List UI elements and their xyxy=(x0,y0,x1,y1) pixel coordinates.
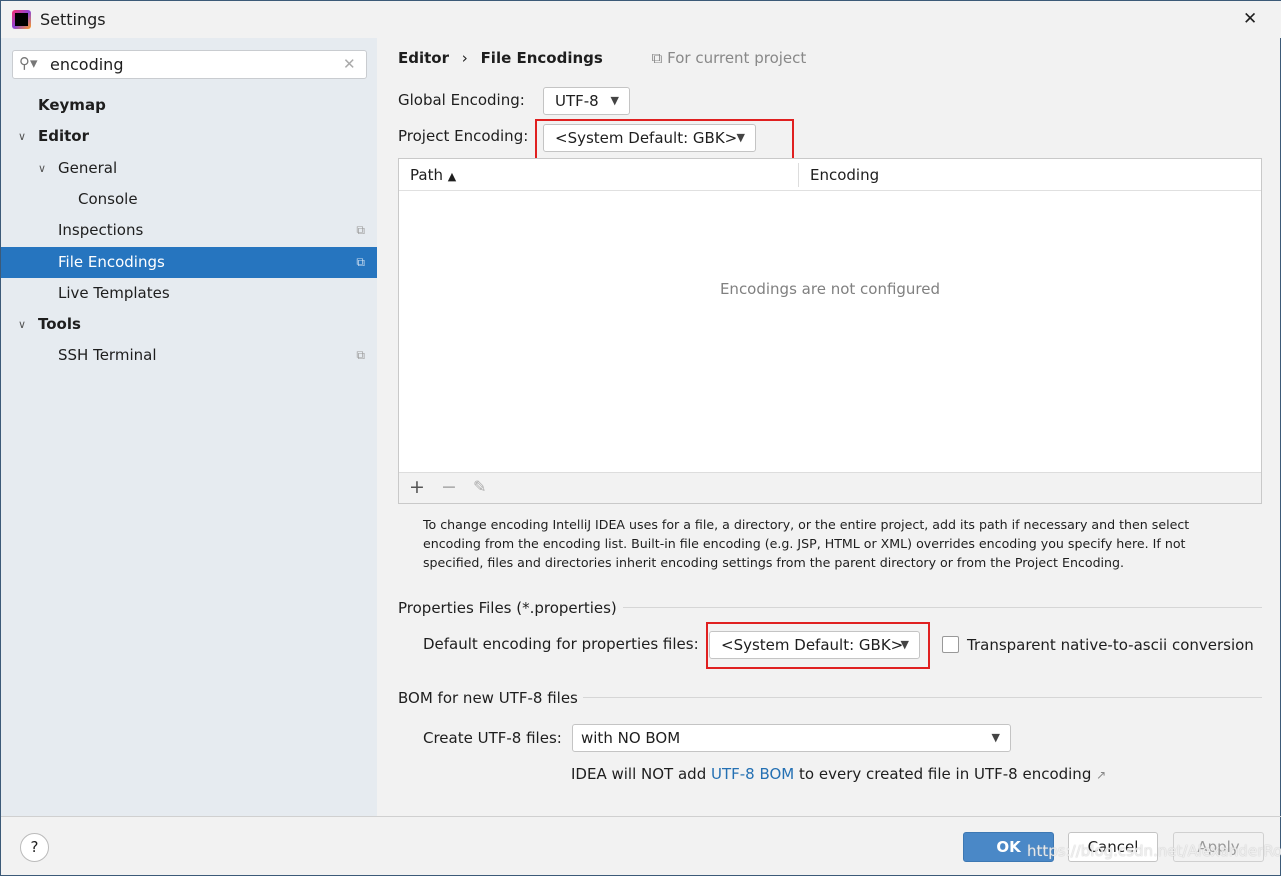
add-icon[interactable]: + xyxy=(409,476,425,498)
column-encoding[interactable]: Encoding xyxy=(810,166,879,184)
help-text: To change encoding IntelliJ IDEA uses fo… xyxy=(423,517,1190,570)
search-input[interactable]: ⚲▾ encoding ✕ xyxy=(12,50,367,79)
edit-icon[interactable]: ✎ xyxy=(473,477,486,496)
checkbox-label: Transparent native-to-ascii conversion xyxy=(967,636,1254,654)
label: SSH Terminal xyxy=(58,346,157,364)
label: File Encodings xyxy=(58,253,165,271)
app-logo-icon xyxy=(12,10,31,29)
window-title: Settings xyxy=(40,10,106,29)
label: General xyxy=(58,159,118,177)
label: Tools xyxy=(38,315,81,333)
table-toolbar: + − ✎ xyxy=(399,472,1261,503)
divider xyxy=(583,697,1262,698)
divider xyxy=(623,607,1262,608)
dropdown-arrow-icon: ▼ xyxy=(991,731,1000,744)
dropdown-arrow-icon: ▼ xyxy=(610,94,619,107)
encodings-table: Path ▲ Encoding Encodings are not config… xyxy=(398,158,1262,504)
note-text: IDEA will NOT add xyxy=(571,765,711,783)
project-scope-icon: ⧉ xyxy=(651,49,663,67)
sidebar-item-general[interactable]: ∨ General xyxy=(1,153,377,184)
breadcrumb: Editor › File Encodings ⧉ For current pr… xyxy=(398,49,806,67)
chevron-down-icon[interactable]: ∨ xyxy=(18,309,26,340)
global-encoding-label: Global Encoding: xyxy=(398,91,525,109)
sidebar-item-ssh-terminal[interactable]: SSH Terminal ⧉ xyxy=(1,340,377,371)
empty-table-text: Encodings are not configured xyxy=(719,280,941,298)
external-link-icon: ↗ xyxy=(1096,768,1107,782)
label: Keymap xyxy=(38,96,106,114)
sidebar-item-editor[interactable]: ∨ Editor xyxy=(1,121,377,152)
breadcrumb-parent: Editor xyxy=(398,49,449,67)
sidebar-item-file-encodings[interactable]: File Encodings ⧉ xyxy=(1,247,377,278)
clear-icon[interactable]: ✕ xyxy=(343,55,356,73)
create-utf8-label: Create UTF-8 files: xyxy=(423,729,562,747)
bom-note: IDEA will NOT add UTF-8 BOM to every cre… xyxy=(571,765,1106,783)
sidebar-item-tools[interactable]: ∨ Tools xyxy=(1,309,377,340)
sidebar-item-console[interactable]: Console xyxy=(1,184,377,215)
label: Editor xyxy=(38,127,89,145)
properties-encoding-label: Default encoding for properties files: xyxy=(423,635,699,653)
note-text: to every created file in UTF-8 encoding xyxy=(794,765,1092,783)
sidebar-item-keymap[interactable]: Keymap xyxy=(1,90,377,121)
project-encoding-label: Project Encoding: xyxy=(398,127,529,145)
help-button[interactable]: ? xyxy=(20,833,49,862)
watermark: https://blog.csdn.net/AlexanderRon xyxy=(1027,842,1281,860)
sidebar-item-live-templates[interactable]: Live Templates xyxy=(1,278,377,309)
scope-label: For current project xyxy=(667,49,807,67)
breadcrumb-current: File Encodings xyxy=(480,49,603,67)
native-to-ascii-checkbox[interactable] xyxy=(942,636,959,653)
table-header: Path ▲ Encoding xyxy=(399,159,1261,191)
sidebar-item-inspections[interactable]: Inspections ⧉ xyxy=(1,215,377,246)
label: Inspections xyxy=(58,221,144,239)
value: with NO BOM xyxy=(581,729,681,747)
label: Console xyxy=(78,190,138,208)
close-icon[interactable]: ✕ xyxy=(1243,9,1257,29)
project-scope-icon: ⧉ xyxy=(356,223,365,237)
search-icon: ⚲▾ xyxy=(19,54,38,72)
utf8-bom-link[interactable]: UTF-8 BOM xyxy=(711,765,794,783)
highlight-box xyxy=(706,622,930,669)
bom-section-title: BOM for new UTF-8 files xyxy=(398,689,578,707)
bom-dropdown[interactable]: with NO BOM ▼ xyxy=(572,724,1011,752)
search-value: encoding xyxy=(50,55,124,74)
chevron-down-icon[interactable]: ∨ xyxy=(38,153,46,184)
value: UTF-8 xyxy=(555,92,599,110)
breadcrumb-separator-icon: › xyxy=(461,49,468,67)
title-bar: Settings ✕ xyxy=(1,1,1281,38)
label: Live Templates xyxy=(58,284,170,302)
label: Path xyxy=(410,166,443,184)
project-scope-icon: ⧉ xyxy=(356,255,365,269)
footer-divider xyxy=(1,816,1281,817)
sort-ascending-icon: ▲ xyxy=(447,170,457,183)
chevron-down-icon[interactable]: ∨ xyxy=(18,121,26,152)
project-scope-icon: ⧉ xyxy=(356,348,365,362)
column-path[interactable]: Path ▲ xyxy=(410,166,456,184)
global-encoding-dropdown[interactable]: UTF-8 ▼ xyxy=(543,87,630,115)
remove-icon[interactable]: − xyxy=(441,476,457,498)
properties-section-title: Properties Files (*.properties) xyxy=(398,599,617,617)
